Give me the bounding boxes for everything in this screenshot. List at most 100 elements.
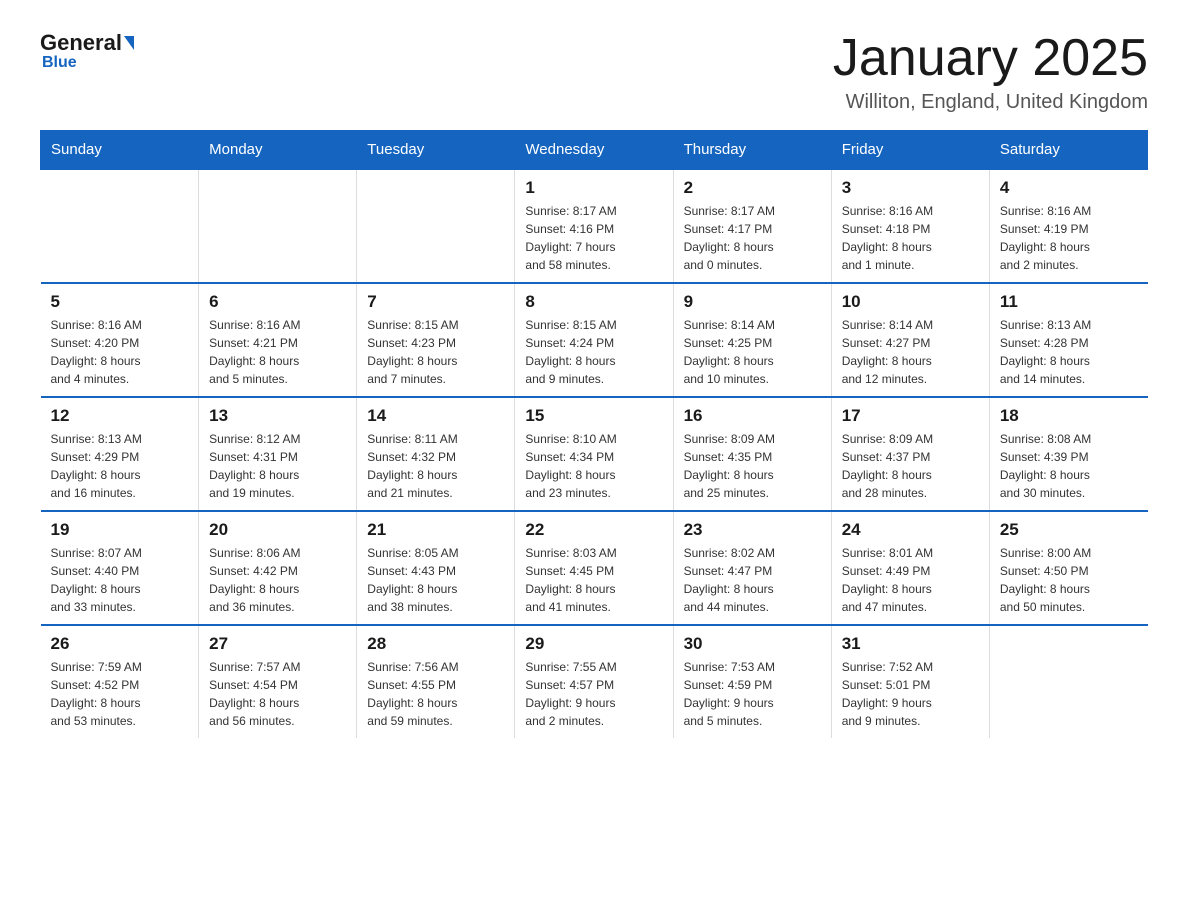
calendar-cell: 15Sunrise: 8:10 AM Sunset: 4:34 PM Dayli…: [515, 397, 673, 511]
day-info: Sunrise: 8:16 AM Sunset: 4:20 PM Dayligh…: [51, 316, 189, 388]
day-info: Sunrise: 8:03 AM Sunset: 4:45 PM Dayligh…: [525, 544, 662, 616]
day-number: 31: [842, 634, 979, 654]
day-number: 3: [842, 178, 979, 198]
day-number: 17: [842, 406, 979, 426]
calendar-week-row: 5 Sunrise: 8:16 AM Sunset: 4:20 PM Daylig…: [41, 283, 1148, 397]
day-number: 26: [51, 634, 189, 654]
day-of-week-header: Thursday: [673, 131, 831, 170]
day-info: Sunrise: 8:11 AM Sunset: 4:32 PM Dayligh…: [367, 430, 504, 502]
calendar-cell: 17 Sunrise: 8:09 AM Sunset: 4:37 PM Dayli…: [831, 397, 989, 511]
location-subtitle: Williton, England, United Kingdom: [833, 91, 1148, 114]
day-number: 1: [525, 178, 662, 198]
day-info: Sunrise: 7:52 AM Sunset: 5:01 PM Dayligh…: [842, 658, 979, 730]
day-number: 7: [367, 292, 504, 312]
day-info: Sunrise: 8:14 AM Sunset: 4:27 PM Dayligh…: [842, 316, 979, 388]
calendar-cell: 1Sunrise: 8:17 AM Sunset: 4:16 PM Daylig…: [515, 169, 673, 283]
day-info: Sunrise: 8:00 AM Sunset: 4:50 PM Dayligh…: [1000, 544, 1138, 616]
day-info: Sunrise: 8:12 AM Sunset: 4:31 PM Dayligh…: [209, 430, 346, 502]
day-number: 28: [367, 634, 504, 654]
day-info: Sunrise: 7:57 AM Sunset: 4:54 PM Dayligh…: [209, 658, 346, 730]
day-info: Sunrise: 8:16 AM Sunset: 4:19 PM Dayligh…: [1000, 202, 1138, 274]
day-number: 19: [51, 520, 189, 540]
day-of-week-header: Sunday: [41, 131, 199, 170]
calendar-cell: 23 Sunrise: 8:02 AM Sunset: 4:47 PM Dayli…: [673, 511, 831, 625]
calendar-cell: 24Sunrise: 8:01 AM Sunset: 4:49 PM Dayli…: [831, 511, 989, 625]
page-header: General Blue January 2025 Williton, Engl…: [40, 30, 1148, 114]
day-number: 30: [684, 634, 821, 654]
day-number: 29: [525, 634, 662, 654]
day-info: Sunrise: 7:53 AM Sunset: 4:59 PM Dayligh…: [684, 658, 821, 730]
day-number: 4: [1000, 178, 1138, 198]
calendar-cell: 25 Sunrise: 8:00 AM Sunset: 4:50 PM Dayli…: [989, 511, 1147, 625]
day-info: Sunrise: 8:05 AM Sunset: 4:43 PM Dayligh…: [367, 544, 504, 616]
day-of-week-header: Saturday: [989, 131, 1147, 170]
calendar-cell: 28Sunrise: 7:56 AM Sunset: 4:55 PM Dayli…: [357, 625, 515, 738]
logo-general-text: General: [40, 30, 122, 56]
calendar-table: SundayMondayTuesdayWednesdayThursdayFrid…: [40, 130, 1148, 738]
day-number: 2: [684, 178, 821, 198]
day-number: 21: [367, 520, 504, 540]
calendar-cell: 4 Sunrise: 8:16 AM Sunset: 4:19 PM Daylig…: [989, 169, 1147, 283]
calendar-cell: 13 Sunrise: 8:12 AM Sunset: 4:31 PM Dayli…: [199, 397, 357, 511]
calendar-cell: 30 Sunrise: 7:53 AM Sunset: 4:59 PM Dayli…: [673, 625, 831, 738]
day-info: Sunrise: 8:02 AM Sunset: 4:47 PM Dayligh…: [684, 544, 821, 616]
day-number: 6: [209, 292, 346, 312]
calendar-cell: 5 Sunrise: 8:16 AM Sunset: 4:20 PM Daylig…: [41, 283, 199, 397]
day-number: 11: [1000, 292, 1138, 312]
calendar-cell: 12 Sunrise: 8:13 AM Sunset: 4:29 PM Dayli…: [41, 397, 199, 511]
calendar-cell: 31 Sunrise: 7:52 AM Sunset: 5:01 PM Dayli…: [831, 625, 989, 738]
calendar-cell: 11Sunrise: 8:13 AM Sunset: 4:28 PM Dayli…: [989, 283, 1147, 397]
day-number: 14: [367, 406, 504, 426]
day-number: 8: [525, 292, 662, 312]
day-info: Sunrise: 8:16 AM Sunset: 4:21 PM Dayligh…: [209, 316, 346, 388]
title-block: January 2025 Williton, England, United K…: [833, 30, 1148, 114]
calendar-cell: [357, 169, 515, 283]
day-number: 10: [842, 292, 979, 312]
day-number: 5: [51, 292, 189, 312]
calendar-cell: 14 Sunrise: 8:11 AM Sunset: 4:32 PM Dayli…: [357, 397, 515, 511]
calendar-cell: 20 Sunrise: 8:06 AM Sunset: 4:42 PM Dayli…: [199, 511, 357, 625]
day-info: Sunrise: 8:15 AM Sunset: 4:24 PM Dayligh…: [525, 316, 662, 388]
day-number: 20: [209, 520, 346, 540]
day-info: Sunrise: 8:06 AM Sunset: 4:42 PM Dayligh…: [209, 544, 346, 616]
day-number: 16: [684, 406, 821, 426]
calendar-cell: 7 Sunrise: 8:15 AM Sunset: 4:23 PM Daylig…: [357, 283, 515, 397]
day-number: 22: [525, 520, 662, 540]
calendar-cell: [989, 625, 1147, 738]
day-of-week-header: Wednesday: [515, 131, 673, 170]
calendar-cell: 8 Sunrise: 8:15 AM Sunset: 4:24 PM Daylig…: [515, 283, 673, 397]
day-info: Sunrise: 8:09 AM Sunset: 4:35 PM Dayligh…: [684, 430, 821, 502]
day-number: 23: [684, 520, 821, 540]
day-number: 12: [51, 406, 189, 426]
calendar-cell: 27 Sunrise: 7:57 AM Sunset: 4:54 PM Dayli…: [199, 625, 357, 738]
day-number: 27: [209, 634, 346, 654]
calendar-cell: 6 Sunrise: 8:16 AM Sunset: 4:21 PM Daylig…: [199, 283, 357, 397]
day-info: Sunrise: 8:15 AM Sunset: 4:23 PM Dayligh…: [367, 316, 504, 388]
day-number: 25: [1000, 520, 1138, 540]
day-number: 9: [684, 292, 821, 312]
calendar-cell: 2Sunrise: 8:17 AM Sunset: 4:17 PM Daylig…: [673, 169, 831, 283]
day-info: Sunrise: 8:13 AM Sunset: 4:29 PM Dayligh…: [51, 430, 189, 502]
calendar-cell: 16 Sunrise: 8:09 AM Sunset: 4:35 PM Dayli…: [673, 397, 831, 511]
calendar-cell: [41, 169, 199, 283]
calendar-week-row: 26 Sunrise: 7:59 AM Sunset: 4:52 PM Dayli…: [41, 625, 1148, 738]
day-info: Sunrise: 8:07 AM Sunset: 4:40 PM Dayligh…: [51, 544, 189, 616]
calendar-header-row: SundayMondayTuesdayWednesdayThursdayFrid…: [41, 131, 1148, 170]
calendar-week-row: 1Sunrise: 8:17 AM Sunset: 4:16 PM Daylig…: [41, 169, 1148, 283]
calendar-week-row: 19 Sunrise: 8:07 AM Sunset: 4:40 PM Dayli…: [41, 511, 1148, 625]
day-of-week-header: Friday: [831, 131, 989, 170]
day-info: Sunrise: 8:09 AM Sunset: 4:37 PM Dayligh…: [842, 430, 979, 502]
day-of-week-header: Monday: [199, 131, 357, 170]
calendar-title: January 2025: [833, 30, 1148, 87]
logo-blue-text: Blue: [42, 54, 77, 72]
day-number: 15: [525, 406, 662, 426]
calendar-cell: 18Sunrise: 8:08 AM Sunset: 4:39 PM Dayli…: [989, 397, 1147, 511]
day-info: Sunrise: 7:55 AM Sunset: 4:57 PM Dayligh…: [525, 658, 662, 730]
day-number: 24: [842, 520, 979, 540]
logo: General Blue: [40, 30, 136, 72]
calendar-cell: 9Sunrise: 8:14 AM Sunset: 4:25 PM Daylig…: [673, 283, 831, 397]
day-number: 13: [209, 406, 346, 426]
calendar-cell: 22 Sunrise: 8:03 AM Sunset: 4:45 PM Dayli…: [515, 511, 673, 625]
day-info: Sunrise: 7:59 AM Sunset: 4:52 PM Dayligh…: [51, 658, 189, 730]
calendar-cell: 3Sunrise: 8:16 AM Sunset: 4:18 PM Daylig…: [831, 169, 989, 283]
